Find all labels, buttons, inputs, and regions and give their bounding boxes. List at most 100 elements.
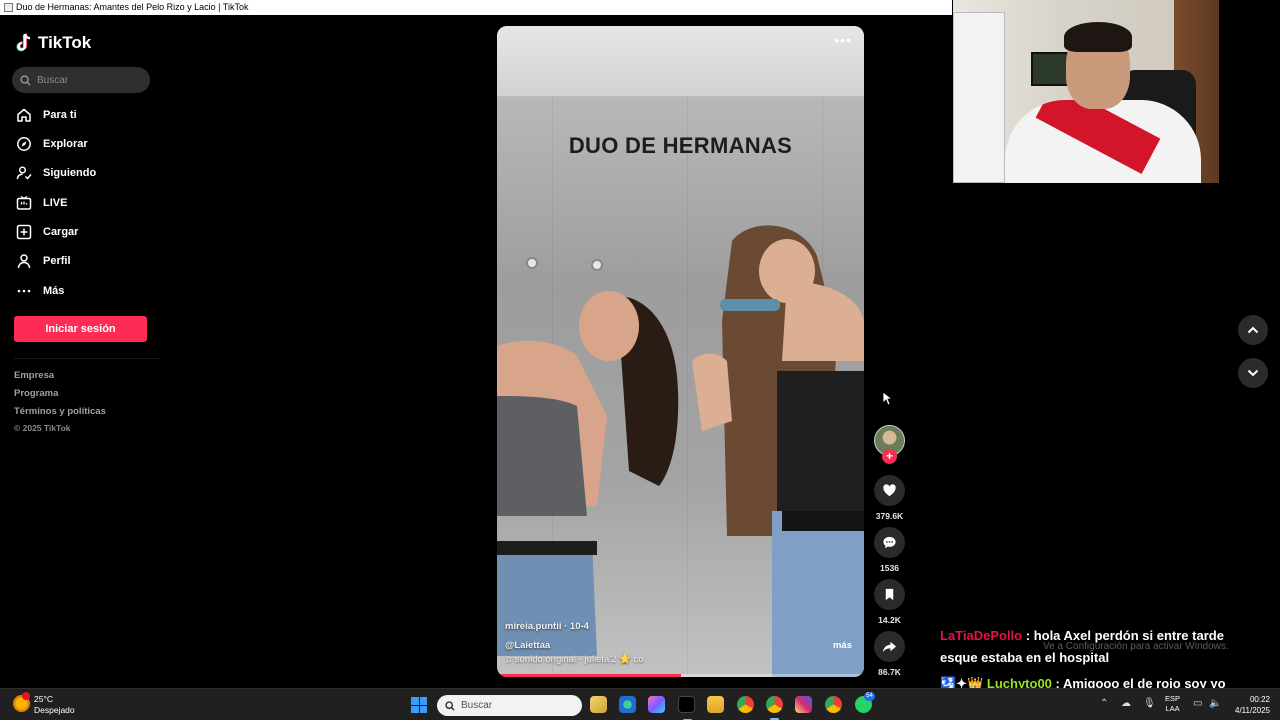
chat-username: LaTiaDePollo — [940, 628, 1023, 643]
following-icon — [16, 166, 32, 180]
search-icon — [445, 700, 455, 711]
microphone-icon[interactable]: 🎙 — [1143, 698, 1156, 709]
nav-item-para-ti[interactable]: Para ti — [16, 105, 77, 125]
sidebar: TikTok Para ti Explorar Siguiendo LIVE C… — [0, 15, 160, 688]
heart-icon — [883, 484, 896, 497]
webcam-shirt — [1005, 100, 1201, 183]
nav-label: Para ti — [43, 109, 77, 121]
nav-item-perfil[interactable]: Perfil — [16, 251, 71, 271]
weather-alert-badge — [22, 692, 30, 700]
login-button[interactable]: Iniciar sesión — [14, 316, 147, 342]
video-person-right — [692, 225, 864, 677]
video-progress-fill — [497, 674, 681, 677]
comment-count: 1536 — [880, 563, 899, 573]
search-icon — [20, 74, 31, 86]
webcam-fridge — [953, 12, 1005, 183]
live-icon — [16, 195, 32, 210]
more-icon — [17, 289, 31, 293]
clock-time: 00:22 — [1249, 695, 1270, 704]
comment-icon — [883, 536, 896, 549]
previous-video-button[interactable] — [1238, 315, 1268, 345]
video-mention[interactable]: @Laiettaa — [505, 640, 550, 651]
sidebar-divider — [14, 358, 160, 359]
weather-temperature[interactable]: 25°C — [34, 694, 53, 704]
start-button[interactable] — [411, 697, 427, 713]
bookmark-icon — [885, 588, 894, 601]
edge-icon[interactable] — [619, 696, 636, 713]
video-person-left — [497, 291, 679, 656]
chrome-profile-icon[interactable] — [766, 696, 783, 720]
chrome-alt-icon[interactable] — [825, 696, 842, 713]
share-count: 86.7K — [878, 667, 901, 677]
file-explorer-icon[interactable] — [707, 696, 724, 713]
browser-window-icon — [4, 3, 13, 12]
system-clock[interactable]: 00:22 4/11/2025 — [1224, 694, 1270, 716]
taskbar-search-input[interactable] — [461, 700, 571, 711]
language-indicator[interactable]: ESP LAA — [1165, 694, 1180, 714]
window-title-bar: Duo de Hermanas: Amantes del Pelo Rizo y… — [0, 0, 952, 15]
like-button[interactable] — [874, 475, 905, 506]
comment-button[interactable] — [874, 527, 905, 558]
video-more-options-icon[interactable]: ••• — [834, 32, 852, 48]
footer-link-empresa[interactable]: Empresa — [14, 370, 54, 381]
save-count: 14.2K — [878, 615, 901, 625]
whatsapp-unread-badge: 54 — [864, 692, 875, 701]
nav-item-mas[interactable]: Más — [16, 281, 64, 301]
onedrive-icon[interactable]: ☁ — [1121, 698, 1131, 709]
copilot-icon[interactable] — [648, 696, 665, 713]
next-video-button[interactable] — [1238, 358, 1268, 388]
follow-plus-icon[interactable]: + — [882, 449, 897, 464]
notes-app-icon[interactable] — [590, 696, 607, 713]
chevron-up-icon — [1247, 326, 1259, 334]
footer-link-programa[interactable]: Programa — [14, 388, 58, 399]
upload-icon — [16, 224, 32, 240]
volume-icon[interactable]: 🔈 — [1209, 698, 1221, 709]
nav-label: Más — [43, 285, 65, 297]
mouse-cursor-icon — [882, 391, 892, 406]
search-box[interactable] — [12, 67, 150, 93]
footer-link-terminos[interactable]: Términos y políticas — [14, 406, 106, 417]
share-icon — [882, 641, 897, 653]
logo-text: TikTok — [38, 33, 92, 52]
profile-icon — [17, 254, 31, 269]
video-ceiling — [497, 26, 864, 96]
video-author-line[interactable]: mireia.puntii · 10-4 — [505, 621, 589, 632]
tray-chevron-up-icon[interactable]: ⌃ — [1100, 698, 1108, 709]
nav-item-live[interactable]: LIVE — [16, 193, 67, 213]
webcam-poster — [1031, 52, 1069, 86]
tiktok-logo-icon — [16, 33, 31, 52]
video-player[interactable]: DUO DE HERMANAS ••• mireia.puntii · 10-4… — [497, 26, 864, 677]
copyright: © 2025 TikTok — [14, 423, 71, 433]
nav-label: Siguiendo — [43, 167, 97, 179]
caption-more-link[interactable]: más — [833, 640, 852, 651]
video-sound[interactable]: ♫ sonido original - julieta'2 ⭐ co — [505, 654, 644, 665]
chevron-down-icon — [1247, 369, 1259, 377]
clock-date: 4/11/2025 — [1235, 706, 1270, 715]
weather-description[interactable]: Despejado — [34, 705, 75, 715]
instagram-icon[interactable] — [795, 696, 812, 713]
share-button[interactable] — [874, 631, 905, 662]
search-input[interactable] — [37, 74, 137, 86]
compass-icon — [17, 137, 31, 151]
windows-taskbar: 25°C Despejado 54 ⌃ ☁ 🎙 ESP LAA ▭ 🔈 00:2… — [0, 688, 1280, 720]
taskbar-search[interactable] — [437, 695, 582, 716]
tiktok-app-icon[interactable] — [678, 696, 695, 720]
nav-label: Perfil — [43, 255, 71, 267]
nav-item-explorar[interactable]: Explorar — [16, 134, 88, 154]
tiktok-logo[interactable]: TikTok — [16, 33, 91, 53]
chrome-icon[interactable] — [737, 696, 754, 713]
language-code: ESP — [1165, 694, 1181, 703]
nav-label: Cargar — [43, 226, 79, 238]
webcam-streamer-hair — [1064, 22, 1132, 52]
window-title: Duo de Hermanas: Amantes del Pelo Rizo y… — [16, 2, 249, 12]
like-count: 379.6K — [875, 511, 904, 521]
nav-label: Explorar — [43, 138, 88, 150]
nav-item-siguiendo[interactable]: Siguiendo — [16, 163, 96, 183]
video-overlay-text: DUO DE HERMANAS — [568, 133, 793, 158]
webcam-overlay — [953, 0, 1219, 183]
windows-activation-watermark: Ve a Configuración para activar Windows. — [1043, 641, 1229, 652]
network-icon[interactable]: ▭ — [1193, 698, 1202, 709]
nav-item-cargar[interactable]: Cargar — [16, 222, 78, 242]
save-button[interactable] — [874, 579, 905, 610]
video-progress-bar[interactable] — [497, 674, 864, 677]
